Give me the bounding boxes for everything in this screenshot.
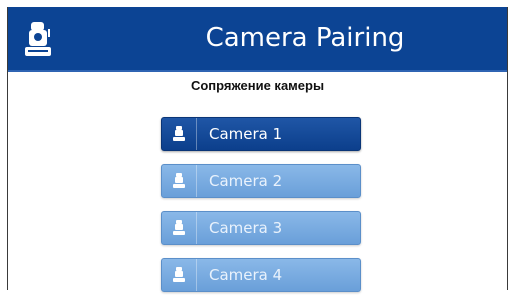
camera-1-button[interactable]: Camera 1 <box>161 117 361 151</box>
camera-icon <box>162 165 197 197</box>
camera-label: Camera 1 <box>209 125 283 143</box>
camera-icon <box>162 212 197 244</box>
page-title: Camera Pairing <box>205 23 405 53</box>
camera-icon <box>162 259 197 291</box>
header-bar: Camera Pairing <box>8 7 507 72</box>
camera-label: Camera 3 <box>209 219 283 237</box>
camera-list: Camera 1 Camera 2 Camera 3 Camera 4 <box>161 117 363 305</box>
page-subtitle: Сопряжение камеры <box>190 78 325 93</box>
camera-icon <box>162 118 197 150</box>
camera-label: Camera 4 <box>209 266 283 284</box>
camera-3-button[interactable]: Camera 3 <box>161 211 361 245</box>
camera-2-button[interactable]: Camera 2 <box>161 164 361 198</box>
camera-4-button[interactable]: Camera 4 <box>161 258 361 292</box>
camera-label: Camera 2 <box>209 172 283 190</box>
camera-icon <box>25 22 51 56</box>
camera-pairing-screen: Camera Pairing Сопряжение камеры Camera … <box>7 7 508 292</box>
